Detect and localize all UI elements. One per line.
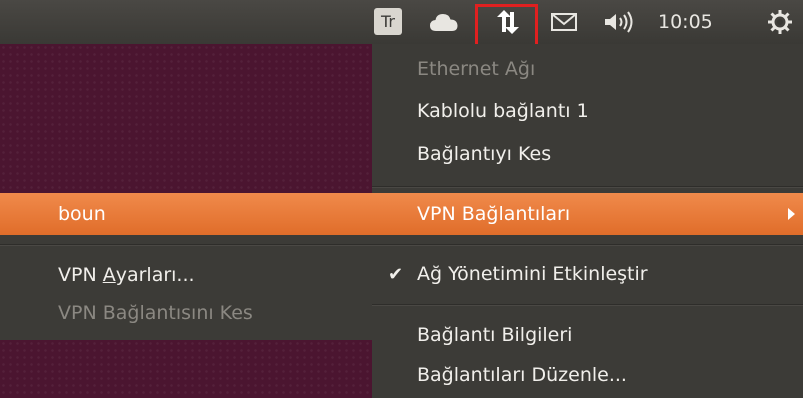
ethernet-header-label: Ethernet Ağı (417, 58, 536, 80)
checkmark-icon: ✔ (388, 263, 404, 285)
vpn-connection-boun[interactable]: boun (0, 193, 372, 235)
wired-connection-label: Kablolu bağlantı 1 (417, 100, 589, 122)
connection-info-label: Bağlantı Bilgileri (417, 324, 573, 346)
enable-networking-label: Ağ Yönetimini Etkinleştir (417, 263, 648, 285)
vpn-disconnect-item: VPN Bağlantısını Kes (0, 292, 372, 334)
keyboard-layout-label: Tr (381, 12, 395, 31)
power-gear-icon[interactable] (762, 0, 798, 44)
volume-icon[interactable] (598, 0, 642, 44)
vpn-submenu: boun VPN Ayarları... VPN Bağlantısını Ke… (0, 193, 372, 340)
vpn-settings-item[interactable]: VPN Ayarları... (0, 254, 372, 296)
ethernet-header: Ethernet Ağı (372, 48, 803, 90)
vpn-settings-prefix: VPN (58, 264, 103, 286)
enable-networking-item[interactable]: ✔ Ağ Yönetimini Etkinleştir (372, 253, 803, 295)
mail-icon[interactable] (545, 0, 583, 44)
vpn-connection-label: boun (58, 203, 106, 225)
desktop-background-lower (0, 340, 372, 398)
disconnect-label: Bağlantıyı Kes (417, 143, 552, 165)
submenu-arrow-icon (788, 208, 795, 220)
vpn-connections-item[interactable]: VPN Bağlantıları (372, 193, 803, 235)
edit-connections-item[interactable]: Bağlantıları Düzenle... (372, 354, 803, 396)
connection-info-item[interactable]: Bağlantı Bilgileri (372, 314, 803, 356)
desktop-background (0, 44, 372, 193)
wired-connection-item[interactable]: Kablolu bağlantı 1 (372, 90, 803, 132)
clock[interactable]: 10:05 (658, 0, 713, 44)
vpn-disconnect-label: VPN Bağlantısını Kes (58, 302, 253, 324)
network-menu: Ethernet Ağı Kablolu bağlantı 1 Bağlantı… (372, 44, 803, 398)
network-icon-highlight (475, 4, 538, 47)
vpn-connections-label: VPN Bağlantıları (417, 203, 571, 225)
vpn-settings-rest: yarları... (115, 264, 195, 286)
keyboard-layout-indicator[interactable]: Tr (374, 8, 402, 35)
top-panel: Tr 10:05 (0, 0, 803, 47)
disconnect-item[interactable]: Bağlantıyı Kes (372, 133, 803, 175)
menu-separator (372, 186, 803, 188)
edit-connections-label: Bağlantıları Düzenle... (417, 364, 627, 386)
menu-separator (372, 304, 803, 306)
screen: Tr 10:05 boun VPN A yarları... VPN Bağla… (0, 0, 803, 398)
vpn-settings-mnemonic: A (102, 264, 116, 286)
submenu-separator (0, 244, 372, 246)
cloud-icon[interactable] (424, 0, 464, 44)
menu-separator (372, 244, 803, 246)
